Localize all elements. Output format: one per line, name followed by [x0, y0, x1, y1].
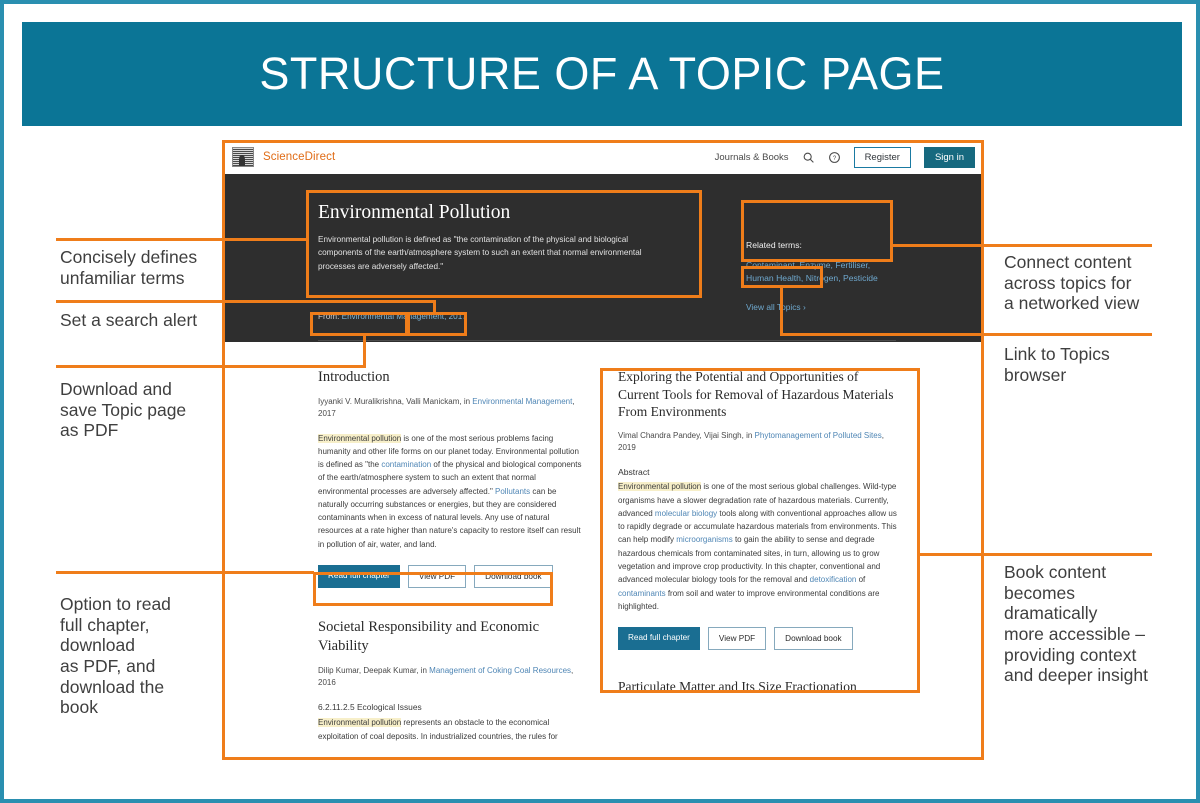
article-abstract: Environmental pollution is one of the mo…: [618, 480, 898, 613]
inline-link-molecular-biology[interactable]: molecular biology: [655, 509, 717, 518]
highlighted-term: Environmental pollution: [318, 433, 402, 443]
article-title[interactable]: Exploring the Potential and Opportunitie…: [618, 368, 898, 421]
article-authors: Iyyanki V. Muralikrishna, Valli Manickam…: [318, 396, 473, 406]
annotation-topics-browser: Link to Topics browser: [1004, 344, 1110, 385]
article-action-row: Read full chapter View PDF Download book: [318, 565, 583, 589]
topic-title: Environmental Pollution: [318, 202, 511, 223]
inline-link-detoxification[interactable]: detoxification: [810, 575, 857, 584]
article-source-link[interactable]: Management of Coking Coal Resources: [429, 666, 571, 675]
related-terms-block: Related terms: Contaminant, Enzyme, Fert…: [746, 240, 894, 286]
content-column-right: Exploring the Potential and Opportunitie…: [618, 368, 898, 696]
topic-hero: Environmental Pollution Environmental po…: [222, 174, 984, 363]
connector-search-alert: [56, 300, 436, 303]
connector-download-pdf-rise: [363, 335, 366, 367]
from-label: From:: [318, 312, 340, 321]
article-section-heading: 6.2.11.2.5 Ecological Issues: [318, 702, 422, 713]
sign-in-button[interactable]: Sign in: [923, 146, 975, 168]
download-book-button[interactable]: Download book: [474, 565, 553, 589]
inline-link-microorganisms[interactable]: microorganisms: [676, 535, 732, 544]
article-card-societal: Societal Responsibility and Economic Via…: [318, 618, 583, 743]
read-full-chapter-button[interactable]: Read full chapter: [318, 565, 400, 589]
brand-name: ScienceDirect: [263, 151, 336, 163]
article-source-link[interactable]: Phytomanagement of Polluted Sites: [755, 431, 882, 440]
connector-search-alert-drop: [433, 300, 436, 314]
connector-connect-content: [890, 244, 1152, 247]
article-excerpt: Environmental pollution represents an ob…: [318, 716, 583, 743]
annotation-book-content: Book content becomes dramatically more a…: [1004, 562, 1148, 686]
view-all-topics-link[interactable]: View all Topics ›: [746, 302, 806, 312]
article-source-link[interactable]: Environmental Management: [472, 397, 572, 406]
annotation-connect-content: Connect content across topics for a netw…: [1004, 252, 1140, 314]
inline-link-contamination[interactable]: contamination: [381, 460, 431, 469]
nav-journals-books[interactable]: Journals & Books: [715, 152, 789, 163]
article-byline: Iyyanki V. Muralikrishna, Valli Manickam…: [318, 396, 583, 421]
article-card-introduction: Introduction Iyyanki V. Muralikrishna, V…: [318, 368, 583, 589]
article-title[interactable]: Particulate Matter and Its Size Fraction…: [618, 678, 898, 696]
connector-topics-browser-rise: [780, 287, 783, 335]
header-actions: Journals & Books ? Register Sign in: [715, 146, 975, 168]
article-authors: Dilip Kumar, Deepak Kumar, in: [318, 665, 430, 675]
chevron-right-icon: ›: [802, 302, 806, 312]
sciencedirect-screenshot: ScienceDirect Journals & Books ? Registe…: [222, 140, 984, 760]
site-header: ScienceDirect Journals & Books ? Registe…: [222, 140, 984, 174]
topic-definition: Environmental pollution is defined as "t…: [318, 235, 642, 271]
inline-link-contaminants[interactable]: contaminants: [618, 589, 666, 598]
topic-source: From: Environmental Management, 2017: [318, 312, 467, 321]
article-authors: Vimal Chandra Pandey, Vijai Singh, in: [618, 430, 755, 440]
annotation-download-pdf: Download and save Topic page as PDF: [60, 379, 187, 441]
article-action-row: Read full chapter View PDF Download book: [618, 627, 898, 651]
view-all-topics-label: View all Topics: [746, 302, 801, 312]
view-pdf-button[interactable]: View PDF: [407, 565, 467, 589]
connector-download-pdf: [56, 365, 366, 368]
article-card-exploring: Exploring the Potential and Opportunitie…: [618, 368, 898, 651]
abstract-label: Abstract: [618, 467, 650, 478]
sciencedirect-logo-icon: [232, 147, 254, 167]
content-column-left: Introduction Iyyanki V. Muralikrishna, V…: [318, 368, 583, 743]
highlighted-term: Environmental pollution: [318, 718, 402, 728]
source-link[interactable]: Environmental Management, 2017: [342, 312, 467, 321]
abstract-text-4: of: [856, 575, 866, 585]
search-icon[interactable]: [802, 151, 815, 164]
article-byline: Dilip Kumar, Deepak Kumar, in Management…: [318, 665, 583, 690]
view-pdf-button[interactable]: View PDF: [707, 627, 767, 651]
connector-defines-terms: [56, 238, 306, 241]
article-byline: Vimal Chandra Pandey, Vijai Singh, in Ph…: [618, 430, 898, 455]
related-terms-links[interactable]: Contaminant, Enzyme, Fertiliser, Human H…: [746, 259, 894, 286]
highlighted-term: Environmental pollution: [618, 482, 702, 492]
download-book-button[interactable]: Download book: [774, 627, 853, 651]
article-card-particulate: Particulate Matter and Its Size Fraction…: [618, 678, 898, 696]
related-terms-label: Related terms:: [746, 240, 802, 250]
topic-content: Introduction Iyyanki V. Muralikrishna, V…: [222, 342, 984, 760]
annotation-search-alert: Set a search alert: [60, 310, 198, 330]
page-title: STRUCTURE OF A TOPIC PAGE: [259, 48, 945, 99]
article-excerpt: Environmental pollution is one of the mo…: [318, 432, 583, 551]
connector-topics-browser: [780, 333, 1152, 336]
annotation-read-download: Option to read full chapter, download as…: [60, 594, 171, 718]
register-button[interactable]: Register: [853, 146, 911, 168]
connector-read-download: [56, 571, 314, 574]
slide-frame: STRUCTURE OF A TOPIC PAGE ScienceDirect …: [0, 0, 1200, 803]
inline-link-pollutants[interactable]: Pollutants: [495, 487, 530, 496]
connector-book-content: [917, 553, 1152, 556]
svg-text:?: ?: [832, 155, 836, 161]
read-full-chapter-button[interactable]: Read full chapter: [618, 627, 700, 651]
article-title[interactable]: Societal Responsibility and Economic Via…: [318, 618, 583, 656]
help-circle-icon[interactable]: ?: [828, 151, 841, 164]
hero-divider: [318, 340, 896, 341]
article-title[interactable]: Introduction: [318, 368, 583, 387]
annotation-defines-terms: Concisely defines unfamiliar terms: [60, 247, 198, 288]
slide-title-banner: STRUCTURE OF A TOPIC PAGE: [22, 22, 1182, 126]
